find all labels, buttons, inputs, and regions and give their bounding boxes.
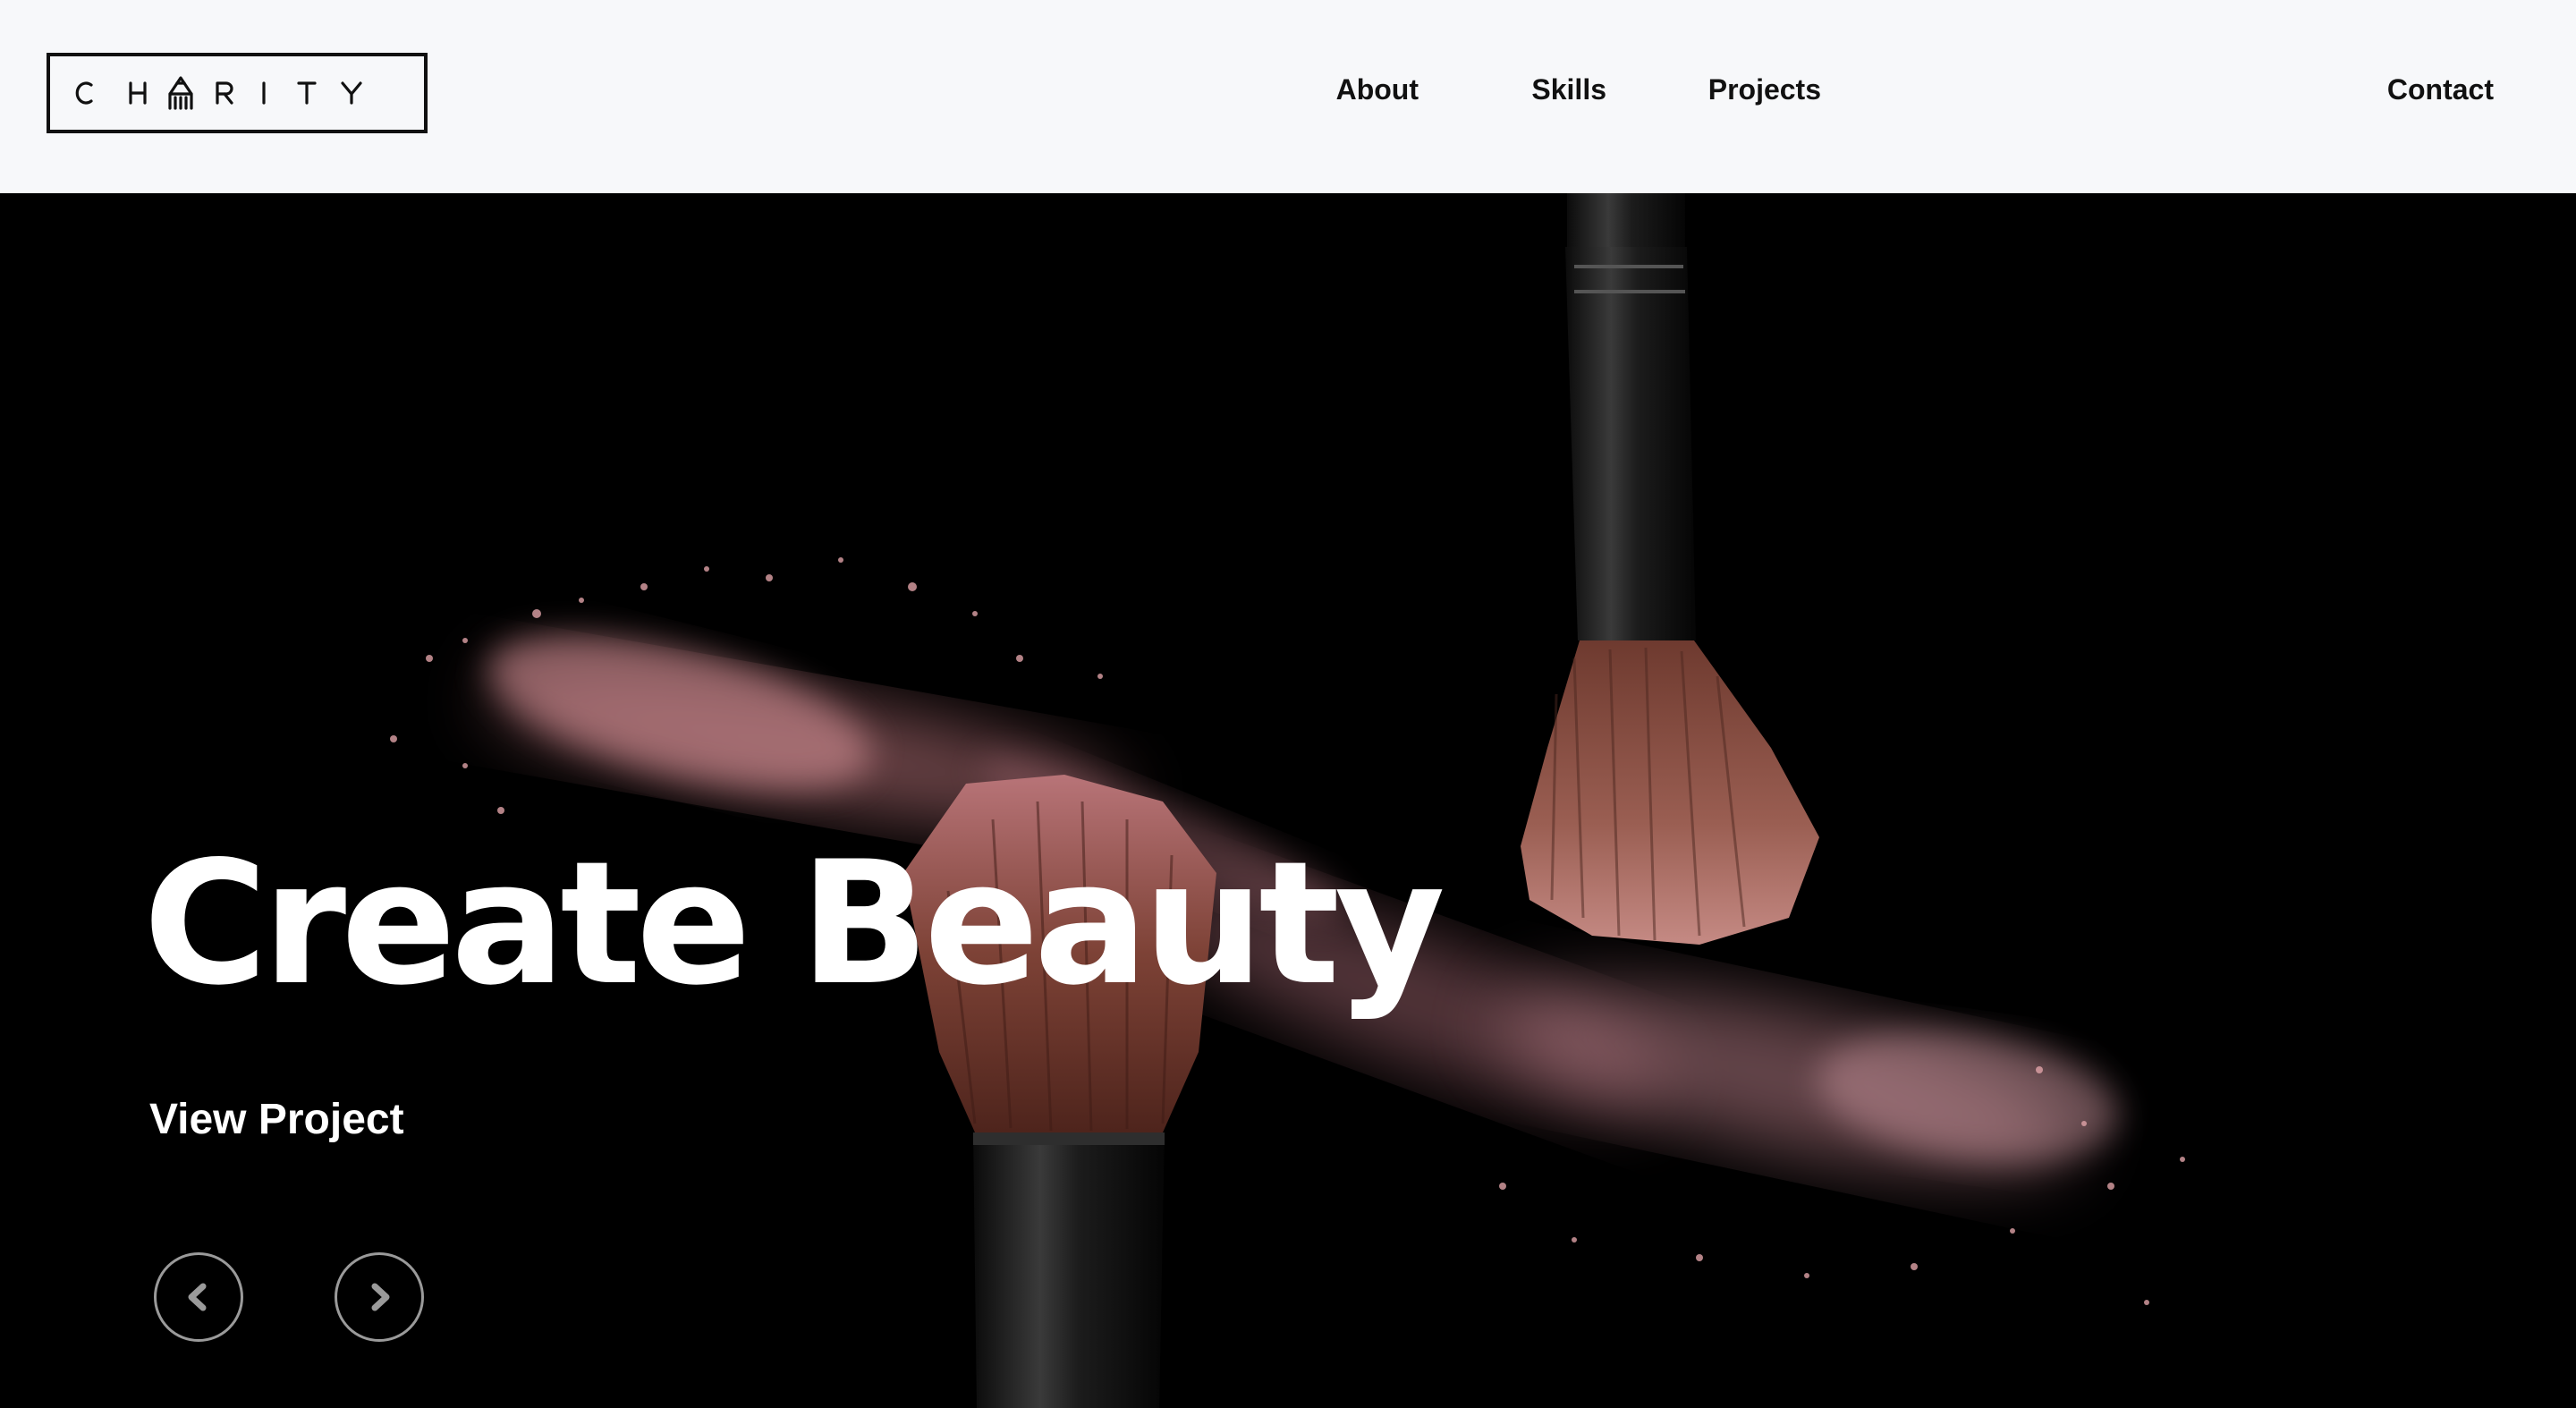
view-project-link[interactable]: View Project bbox=[149, 1095, 404, 1144]
charity-logo[interactable] bbox=[47, 53, 428, 133]
chevron-left-icon bbox=[188, 1283, 207, 1311]
hero-title: Create Beauty bbox=[143, 825, 1445, 1022]
carousel-next-button[interactable] bbox=[335, 1252, 424, 1342]
nav-about[interactable]: About bbox=[1336, 73, 1419, 106]
nav-contact[interactable]: Contact bbox=[2387, 73, 2494, 106]
carousel-prev-button[interactable] bbox=[154, 1252, 243, 1342]
logo-wordmark bbox=[75, 76, 362, 110]
site-header: About Skills Projects Contact bbox=[0, 0, 2576, 193]
nav-skills[interactable]: Skills bbox=[1531, 73, 1606, 106]
hero-slider: Create Beauty View Project bbox=[0, 193, 2576, 1408]
nav-projects[interactable]: Projects bbox=[1708, 73, 1821, 106]
hero-image bbox=[390, 193, 2185, 1408]
top-brush bbox=[1521, 193, 1819, 945]
chevron-right-icon bbox=[371, 1283, 390, 1311]
